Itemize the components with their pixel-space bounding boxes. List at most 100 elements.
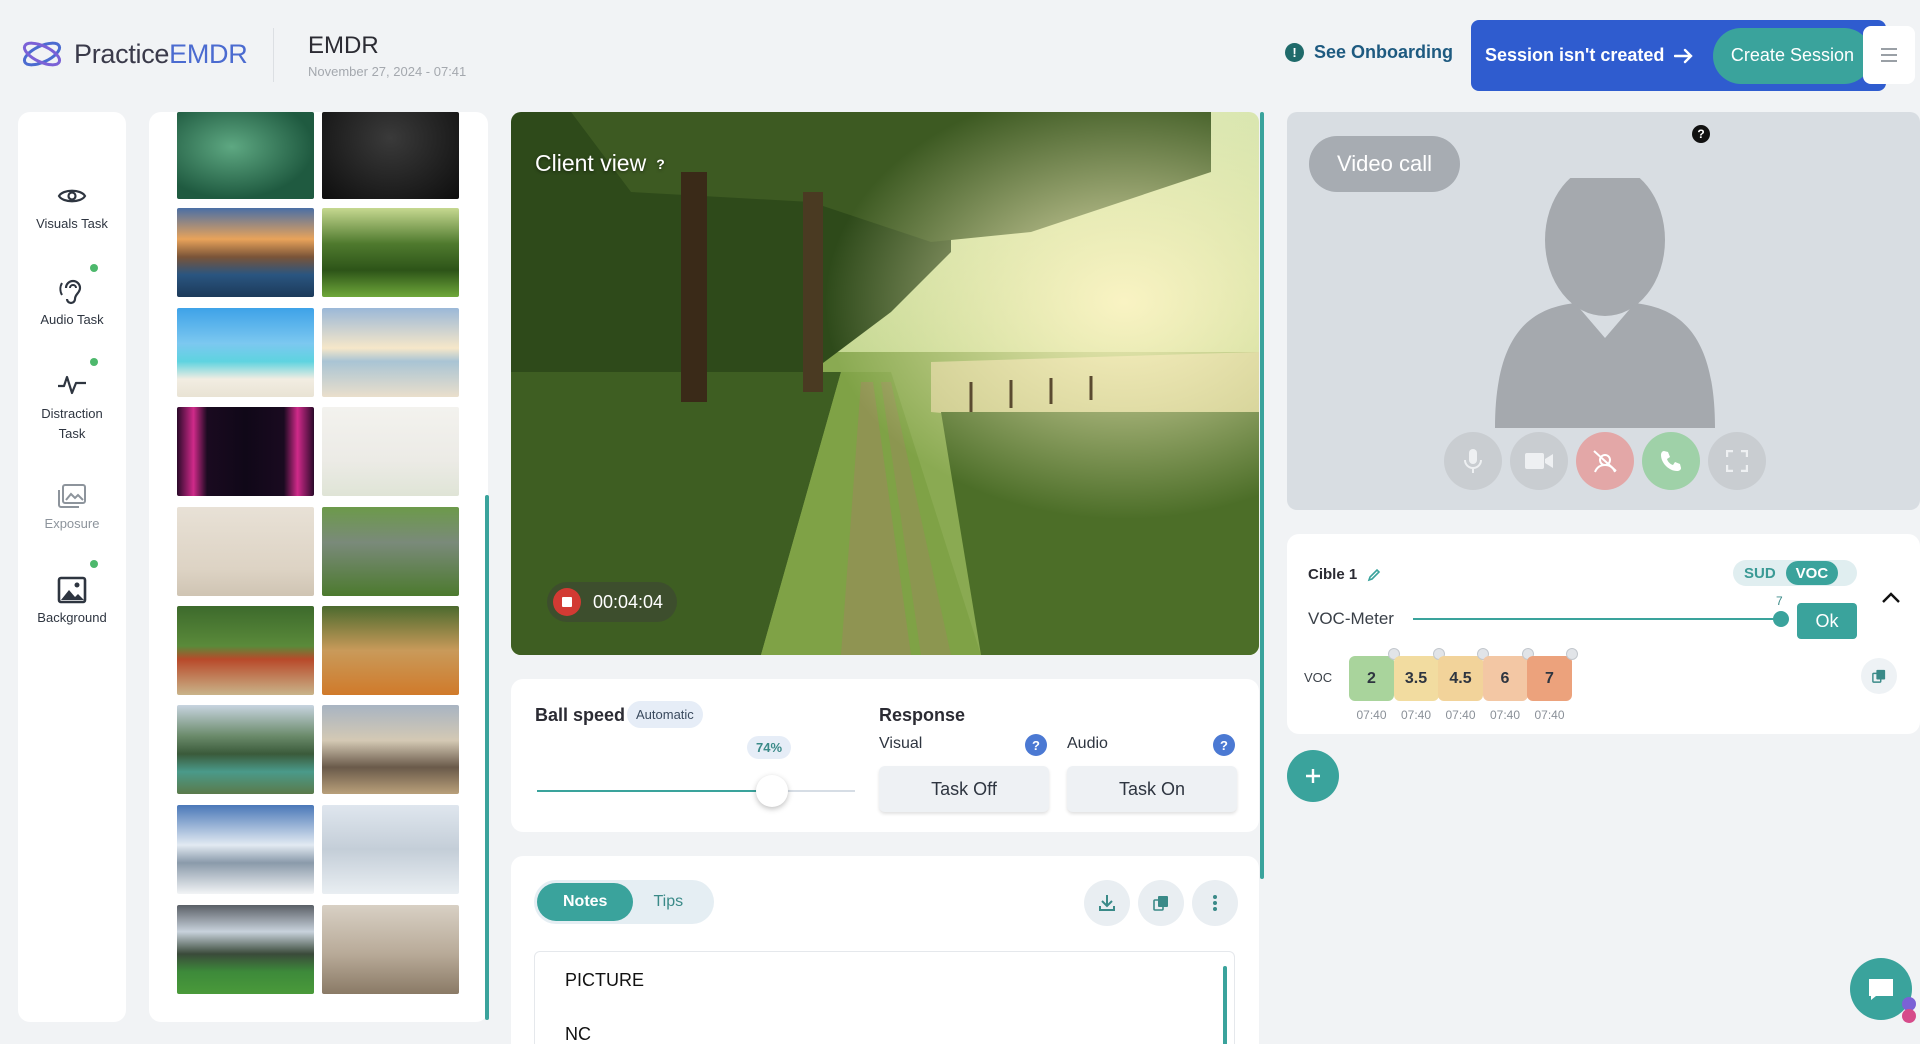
thumb-sunset-beach[interactable] — [322, 308, 459, 397]
tab-notes[interactable]: Notes — [537, 883, 634, 921]
ok-button[interactable]: Ok — [1797, 603, 1857, 639]
ball-speed-slider[interactable] — [537, 775, 855, 807]
ball-speed-panel: Ball speed Automatic 74% Response Visual… — [511, 679, 1259, 832]
remove-chip-icon[interactable] — [1566, 648, 1578, 660]
thumb-mountain-lake[interactable] — [177, 705, 314, 794]
nav-distraction-task[interactable]: Distraction Task — [18, 368, 126, 444]
nav-visuals-task[interactable]: Visuals Task — [18, 180, 126, 231]
visual-help-icon[interactable]: ? — [1025, 734, 1047, 756]
thumb-dark[interactable] — [322, 112, 459, 199]
session-status-label: Session isn't created — [1485, 45, 1665, 65]
automatic-badge[interactable]: Automatic — [627, 701, 703, 728]
eye-icon — [57, 189, 87, 203]
voc-chip[interactable]: 7 — [1527, 648, 1578, 701]
notes-scrollbar[interactable] — [1223, 966, 1227, 1044]
logo[interactable]: PracticeEMDR — [20, 36, 248, 72]
screen-share-button[interactable] — [1576, 432, 1634, 490]
notes-editor[interactable]: PICTURE NC — [534, 951, 1235, 1044]
thumb-green-leaves[interactable] — [177, 112, 314, 199]
download-button[interactable] — [1084, 880, 1130, 926]
help-icon[interactable]: ? — [656, 156, 665, 172]
audio-label: Audio — [1067, 735, 1108, 752]
header-divider — [273, 28, 274, 82]
thumb-stadium[interactable] — [177, 905, 314, 994]
voc-chip-time: 07:40 — [1356, 708, 1387, 722]
sud-voc-toggle: SUD VOC — [1733, 560, 1857, 586]
gallery-scrollbar[interactable] — [485, 495, 489, 1020]
phone-icon — [1661, 451, 1681, 471]
ball-speed-title: Ball speed — [535, 705, 626, 725]
cible-title: Cible 1 — [1308, 566, 1381, 583]
call-button[interactable] — [1642, 432, 1700, 490]
video-call-label[interactable]: Video call — [1309, 136, 1460, 192]
stop-icon — [562, 597, 572, 607]
ball-speed-slider-thumb[interactable] — [756, 775, 789, 807]
thumb-snowy-mountains[interactable] — [177, 805, 314, 894]
tab-tips[interactable]: Tips — [633, 883, 703, 921]
notes-tabs: Notes Tips — [534, 880, 714, 924]
copy-voc-button[interactable] — [1861, 658, 1897, 694]
audio-task-on-button[interactable]: Task On — [1067, 766, 1237, 812]
plus-icon — [1306, 769, 1320, 783]
ear-icon — [59, 279, 82, 305]
thumb-living-room[interactable] — [322, 905, 459, 994]
voc-chip[interactable]: 6 — [1482, 648, 1534, 701]
voc-row-label: VOC — [1304, 670, 1333, 685]
thumb-mountain-sunset[interactable] — [177, 208, 314, 297]
edit-pencil-icon[interactable] — [1367, 568, 1381, 582]
nav-background[interactable]: Background — [18, 574, 126, 625]
session-bar: Session isn't created Create Session — [1471, 20, 1886, 91]
note-line: PICTURE — [565, 970, 645, 990]
see-onboarding-link[interactable]: ! See Onboarding — [1285, 42, 1453, 63]
voc-meter-thumb[interactable] — [1773, 611, 1789, 627]
thumb-dunes[interactable] — [322, 705, 459, 794]
mic-icon — [1464, 449, 1482, 473]
logo-text: PracticeEMDR — [74, 38, 248, 69]
nav-exposure[interactable]: Exposure — [18, 480, 126, 531]
hamburger-menu-button[interactable] — [1863, 26, 1915, 84]
voc-toggle-option[interactable]: VOC — [1785, 561, 1839, 585]
title-block: EMDR November 27, 2024 - 07:41 — [308, 32, 466, 79]
nav-audio-task[interactable]: Audio Task — [18, 276, 126, 327]
images-icon — [58, 484, 86, 508]
thumb-toys[interactable] — [177, 507, 314, 596]
thumb-forest[interactable] — [322, 208, 459, 297]
session-status: Session isn't created — [1485, 45, 1694, 66]
voc-chip[interactable]: 4.5 — [1438, 648, 1489, 701]
thumb-kittens[interactable] — [322, 507, 459, 596]
cible-card: Cible 1 SUD VOC VOC-Meter 7 Ok VOC 2 07:4… — [1287, 534, 1920, 734]
image-icon — [57, 576, 87, 604]
sud-toggle-option[interactable]: SUD — [1734, 561, 1786, 585]
voc-meter-slider[interactable] — [1413, 618, 1779, 620]
notes-panel: Notes Tips PICTURE NC — [511, 856, 1259, 1044]
timer-value: 00:04:04 — [593, 591, 664, 612]
audio-help-icon[interactable]: ? — [1213, 734, 1235, 756]
client-view: Client view ? 00:04:04 — [511, 112, 1259, 655]
thumb-playground[interactable] — [177, 606, 314, 695]
chevron-up-icon[interactable] — [1877, 584, 1905, 612]
voc-chip-time: 07:40 — [1400, 708, 1432, 722]
more-options-button[interactable] — [1192, 880, 1238, 926]
speed-percent-bubble: 74% — [747, 736, 792, 759]
thumb-snowy-forest[interactable] — [322, 805, 459, 894]
stop-recording-button[interactable] — [553, 588, 581, 616]
voc-chip[interactable]: 3.5 — [1393, 648, 1445, 701]
create-session-button[interactable]: Create Session — [1712, 27, 1872, 84]
thumb-puppies[interactable] — [322, 606, 459, 695]
visual-task-off-button[interactable]: Task Off — [879, 766, 1049, 812]
camera-button[interactable] — [1510, 432, 1568, 490]
center-scrollbar[interactable] — [1260, 112, 1264, 879]
client-view-title: Client view — [535, 150, 647, 176]
video-help-icon[interactable]: ? — [1692, 125, 1710, 143]
voc-chip[interactable]: 2 — [1349, 648, 1400, 701]
mic-button[interactable] — [1444, 432, 1502, 490]
thumb-kids-room[interactable] — [322, 407, 459, 496]
add-cible-button[interactable] — [1287, 750, 1339, 802]
thumb-tropical-beach[interactable] — [177, 308, 314, 397]
note-line: NC — [565, 1024, 591, 1044]
thumb-neon-room[interactable] — [177, 407, 314, 496]
see-onboarding-label: See Onboarding — [1314, 42, 1454, 62]
copy-notes-button[interactable] — [1138, 880, 1184, 926]
download-icon — [1099, 895, 1115, 911]
fullscreen-button[interactable] — [1708, 432, 1766, 490]
